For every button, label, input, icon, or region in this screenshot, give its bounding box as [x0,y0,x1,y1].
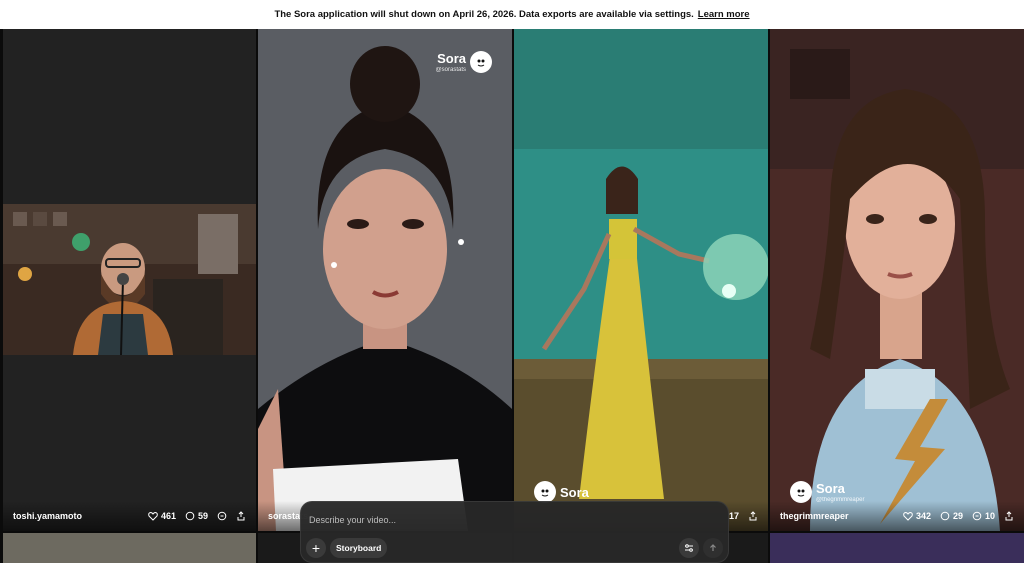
settings-button[interactable] [679,538,699,558]
watermark-name: Sora [437,50,466,66]
remix-count: 17 [728,511,739,521]
video-tile-meta: toshi.yamamoto 461 59 [3,501,256,531]
like-count: 461 [160,511,176,521]
comment-icon [185,511,195,521]
like-stat[interactable]: 461 [148,511,176,521]
sora-watermark: Sora [534,481,589,503]
sora-logo-icon [790,481,812,503]
sora-watermark: Sora @sorastats [436,51,492,73]
comment-stat[interactable]: 29 [940,511,963,521]
share-icon [749,511,757,521]
plus-icon: + [311,540,321,556]
share-button[interactable] [236,511,246,521]
banner-message: The Sora application will shut down on A… [274,9,694,20]
remix-icon [972,511,982,521]
watermark-handle: @sorastats [435,66,466,73]
username[interactable]: thegrimmreaper [780,511,894,521]
video-tile-3[interactable]: Sora 17 [514,29,768,531]
share-icon [1005,511,1013,521]
settings-sliders-icon [685,544,693,552]
watermark-name: Sora [560,484,589,500]
video-thumbnail [3,29,256,531]
comment-stat[interactable]: 59 [185,511,208,521]
remix-stat[interactable]: 10 [972,511,995,521]
shutdown-banner: The Sora application will shut down on A… [0,0,1024,29]
video-tile-1[interactable]: toshi.yamamoto 461 59 [3,29,256,531]
username[interactable]: toshi.yamamoto [13,511,139,521]
share-icon [237,511,245,521]
heart-icon [148,511,158,521]
prompt-composer: + Storyboard [300,501,729,563]
video-tile-5[interactable] [3,533,256,563]
remix-stat[interactable]: 17 [729,511,739,521]
video-feed-grid: toshi.yamamoto 461 59 Sora @sorastats so… [0,29,1024,563]
video-tile-4[interactable]: Sora @thegrimmreaper thegrimmreaper 342 … [770,29,1024,531]
sora-logo-icon [470,51,492,73]
watermark-name: Sora [816,480,845,496]
storyboard-button[interactable]: Storyboard [330,538,388,558]
video-tile-meta: thegrimmreaper 342 29 10 [770,501,1024,531]
sora-watermark: Sora @thegrimmreaper [790,481,864,503]
prompt-input[interactable] [309,512,709,528]
like-count: 342 [915,511,931,521]
video-tile-8[interactable] [770,533,1024,563]
add-button[interactable]: + [306,538,326,558]
heart-icon [903,511,913,521]
comment-icon [940,511,950,521]
like-stat[interactable]: 342 [903,511,931,521]
share-button[interactable] [1004,511,1014,521]
remix-count: 10 [984,511,995,521]
learn-more-link[interactable]: Learn more [698,9,750,20]
share-button[interactable] [748,511,758,521]
remix-stat[interactable] [217,511,227,521]
send-button[interactable] [703,538,723,558]
video-thumbnail [514,29,768,531]
remix-icon [217,511,227,521]
video-tile-2[interactable]: Sora @sorastats sorastats [258,29,512,531]
video-thumbnail [770,29,1024,531]
sora-logo-icon [534,481,556,503]
comment-count: 29 [952,511,963,521]
send-arrow-icon [710,544,716,551]
comment-count: 59 [197,511,208,521]
video-thumbnail [258,29,512,531]
